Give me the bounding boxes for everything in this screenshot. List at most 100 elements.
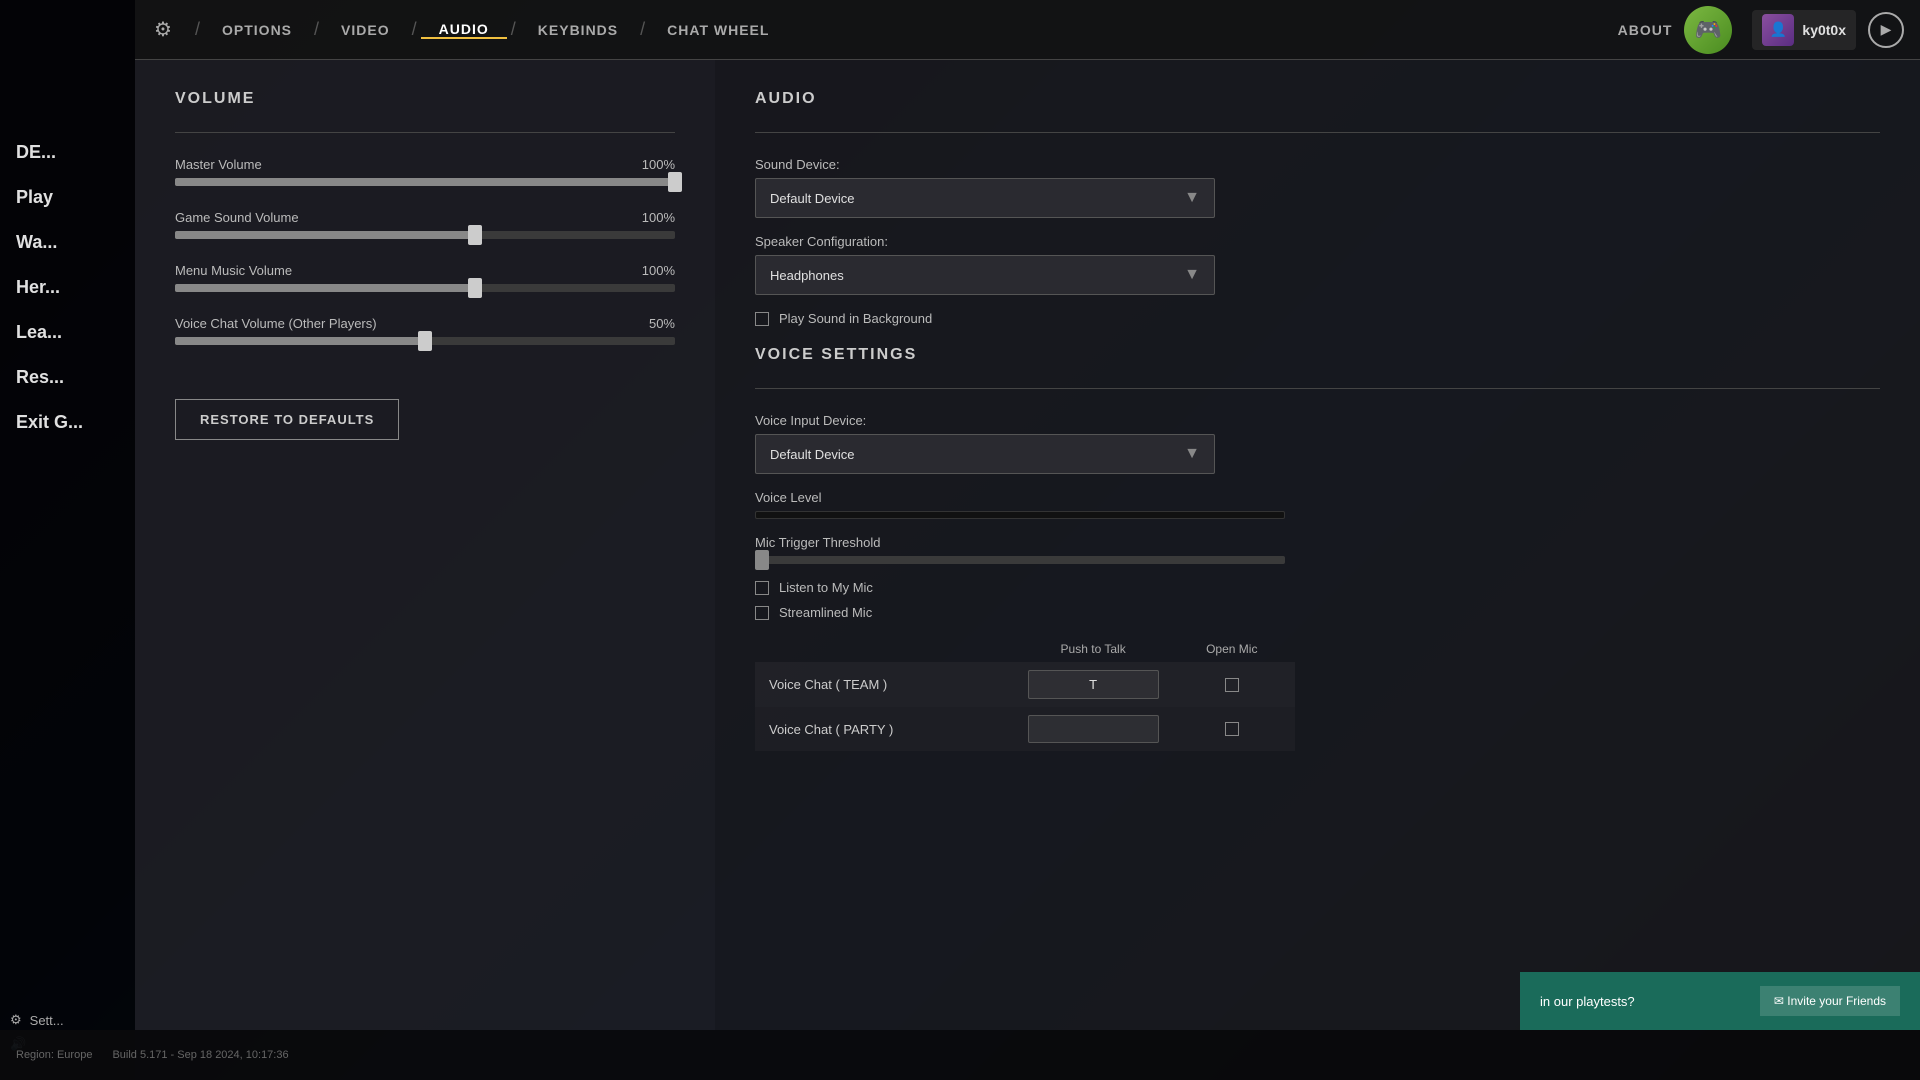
avatar: 👤: [1762, 14, 1794, 46]
sidebar-item-play[interactable]: Play: [0, 175, 135, 220]
col-header-open-mic: Open Mic: [1169, 636, 1295, 662]
sidebar-item-her[interactable]: Her...: [0, 265, 135, 310]
nav-chat-wheel[interactable]: CHAT WHEEL: [649, 22, 787, 38]
volume-section: VOLUME Master Volume 100% Game Sound Vol…: [135, 60, 715, 1030]
push-to-talk-key-team[interactable]: T: [1028, 670, 1159, 699]
settings-item[interactable]: ⚙ Sett...: [10, 1012, 64, 1028]
game-sound-value: 100%: [642, 210, 675, 225]
sound-device-dropdown[interactable]: Default Device ▼: [755, 178, 1215, 218]
nav-audio[interactable]: AUDIO: [421, 21, 507, 39]
master-volume-thumb[interactable]: [668, 172, 682, 192]
voice-level-label: Voice Level: [755, 490, 1880, 505]
voice-team-open-mic[interactable]: [1169, 662, 1295, 707]
play-button[interactable]: ▶: [1868, 12, 1904, 48]
sidebar-item-de[interactable]: DE...: [0, 130, 135, 175]
mic-threshold-label: Mic Trigger Threshold: [755, 535, 1880, 550]
master-volume-row: Master Volume 100%: [175, 157, 675, 186]
streamlined-mic-label: Streamlined Mic: [779, 605, 872, 620]
master-volume-track[interactable]: [175, 178, 675, 186]
sep-3: /: [412, 19, 417, 40]
topbar-right: ABOUT 🎮 👤 ky0t0x ▶: [1618, 6, 1920, 54]
mic-threshold-thumb[interactable]: [755, 550, 769, 570]
voice-chat-label: Voice Chat Volume (Other Players): [175, 316, 377, 331]
listen-mic-checkbox[interactable]: [755, 581, 769, 595]
main-panel: VOLUME Master Volume 100% Game Sound Vol…: [135, 60, 1920, 1030]
voice-input-device-value: Default Device: [770, 447, 855, 462]
user-display[interactable]: 👤 ky0t0x: [1752, 10, 1856, 50]
status-bar: Region: Europe Build 5.171 - Sep 18 2024…: [0, 1030, 1920, 1080]
divider-1: [175, 132, 675, 133]
voice-settings-section: VOICE SETTINGS Voice Input Device: Defau…: [755, 346, 1880, 751]
col-header-push-to-talk: Push to Talk: [1018, 636, 1169, 662]
mic-threshold-track[interactable]: [755, 556, 1285, 564]
voice-chat-label-row: Voice Chat Volume (Other Players) 50%: [175, 316, 675, 331]
voice-team-push-to-talk[interactable]: T: [1018, 662, 1169, 707]
play-sound-bg-checkbox[interactable]: [755, 312, 769, 326]
build-text: Build 5.171 - Sep 18 2024, 10:17:36: [112, 1049, 288, 1061]
promo-text: in our playtests?: [1540, 994, 1635, 1009]
settings-label: Sett...: [30, 1013, 64, 1028]
sidebar-item-wa[interactable]: Wa...: [0, 220, 135, 265]
menu-music-label: Menu Music Volume: [175, 263, 292, 278]
invite-friends-button[interactable]: ✉ Invite your Friends: [1760, 986, 1900, 1016]
streamlined-mic-row: Streamlined Mic: [755, 605, 1880, 620]
sound-device-value: Default Device: [770, 191, 855, 206]
username: ky0t0x: [1802, 22, 1846, 38]
restore-defaults-button[interactable]: RESTORE TO DEFAULTS: [175, 399, 399, 440]
audio-title: AUDIO: [755, 90, 1880, 108]
master-volume-value: 100%: [642, 157, 675, 172]
voice-level-bar: [755, 511, 1285, 519]
streamlined-mic-checkbox[interactable]: [755, 606, 769, 620]
sep-4: /: [511, 19, 516, 40]
speaker-config-value: Headphones: [770, 268, 844, 283]
game-sound-label-row: Game Sound Volume 100%: [175, 210, 675, 225]
table-row: Voice Chat ( TEAM ) T: [755, 662, 1295, 707]
open-mic-checkbox-team[interactable]: [1225, 678, 1239, 692]
voice-chat-track[interactable]: [175, 337, 675, 345]
menu-music-row: Menu Music Volume 100%: [175, 263, 675, 292]
voice-chat-value: 50%: [649, 316, 675, 331]
play-sound-bg-row: Play Sound in Background: [755, 311, 1880, 326]
sidebar-item-lea[interactable]: Lea...: [0, 310, 135, 355]
sidebar-item-exit[interactable]: Exit G...: [0, 400, 135, 445]
game-sound-fill: [175, 231, 475, 239]
voice-chat-thumb[interactable]: [418, 331, 432, 351]
menu-music-track[interactable]: [175, 284, 675, 292]
topbar: ⚙ / OPTIONS / VIDEO / AUDIO / KEYBINDS /…: [135, 0, 1920, 60]
voice-party-open-mic[interactable]: [1169, 707, 1295, 751]
voice-party-push-to-talk[interactable]: [1018, 707, 1169, 751]
open-mic-checkbox-party[interactable]: [1225, 722, 1239, 736]
nav-video[interactable]: VIDEO: [323, 22, 408, 38]
master-volume-fill: [175, 178, 675, 186]
voice-settings-title: VOICE SETTINGS: [755, 346, 1880, 364]
game-sound-track[interactable]: [175, 231, 675, 239]
voice-chat-fill: [175, 337, 425, 345]
sep-5: /: [640, 19, 645, 40]
menu-music-thumb[interactable]: [468, 278, 482, 298]
voice-input-device-dropdown[interactable]: Default Device ▼: [755, 434, 1215, 474]
push-to-talk-key-party[interactable]: [1028, 715, 1159, 743]
col-header-channel: [755, 636, 1018, 662]
menu-music-fill: [175, 284, 475, 292]
divider-2: [755, 132, 1880, 133]
speaker-config-dropdown[interactable]: Headphones ▼: [755, 255, 1215, 295]
voice-chat-volume-row: Voice Chat Volume (Other Players) 50%: [175, 316, 675, 345]
promo-bar: in our playtests? ✉ Invite your Friends: [1520, 972, 1920, 1030]
voice-chat-table: Push to Talk Open Mic Voice Chat ( TEAM …: [755, 636, 1295, 751]
chevron-down-icon-2: ▼: [1184, 266, 1200, 284]
voice-input-device-label: Voice Input Device:: [755, 413, 1880, 428]
sidebar-item-res[interactable]: Res...: [0, 355, 135, 400]
sound-device-label: Sound Device:: [755, 157, 1880, 172]
settings-icon[interactable]: ⚙: [143, 10, 183, 50]
game-sound-row: Game Sound Volume 100%: [175, 210, 675, 239]
divider-3: [755, 388, 1880, 389]
left-menu: DE... Play Wa... Her... Lea... Res... Ex…: [0, 130, 135, 445]
table-row: Voice Chat ( PARTY ): [755, 707, 1295, 751]
game-sound-thumb[interactable]: [468, 225, 482, 245]
play-sound-bg-label: Play Sound in Background: [779, 311, 932, 326]
nav-options[interactable]: OPTIONS: [204, 22, 310, 38]
green-logo: 🎮: [1684, 6, 1732, 54]
master-volume-label-row: Master Volume 100%: [175, 157, 675, 172]
nav-about[interactable]: ABOUT: [1618, 22, 1673, 38]
nav-keybinds[interactable]: KEYBINDS: [520, 22, 636, 38]
